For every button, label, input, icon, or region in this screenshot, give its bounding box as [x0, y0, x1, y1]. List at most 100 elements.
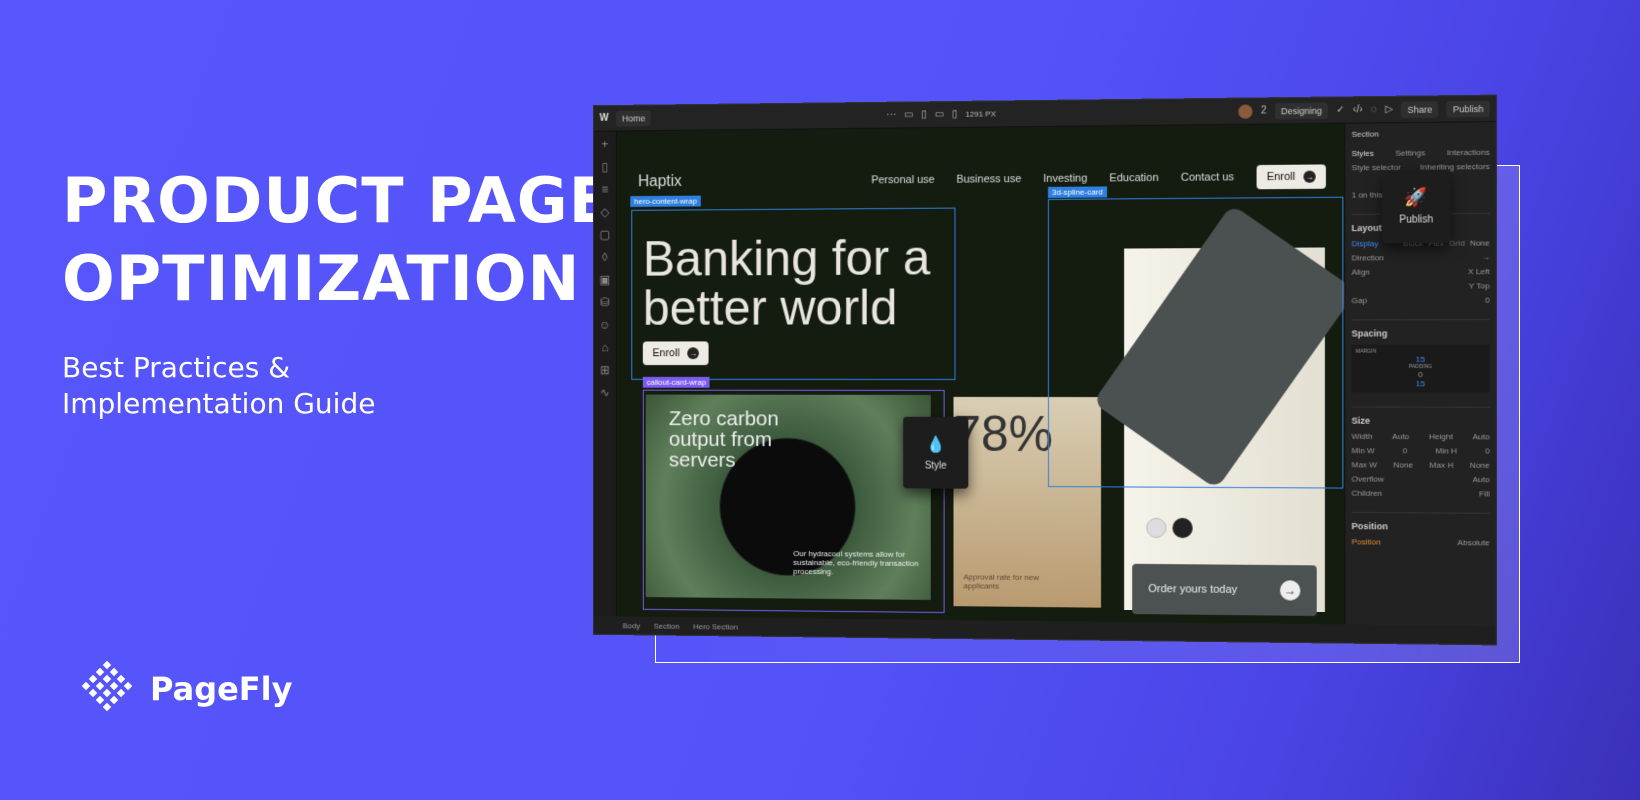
mobile-landscape-icon[interactable]: ▭: [935, 109, 944, 120]
nav-contact[interactable]: Contact us: [1181, 171, 1234, 184]
comment-icon[interactable]: ◌: [1371, 104, 1377, 115]
gap-input[interactable]: 0: [1485, 296, 1490, 305]
nav-enroll-button[interactable]: Enroll →: [1256, 164, 1326, 190]
arrow-right-icon: →: [1303, 170, 1316, 183]
position-heading: Position: [1351, 511, 1490, 533]
order-label: Order yours today: [1148, 583, 1238, 596]
nav-personal[interactable]: Personal use: [871, 174, 934, 186]
check-icon[interactable]: ✓: [1336, 104, 1345, 115]
ecommerce-icon[interactable]: ⌂: [601, 341, 608, 355]
height-input[interactable]: Auto: [1473, 432, 1490, 441]
height-label: Height: [1428, 432, 1453, 442]
design-canvas[interactable]: Haptix Personal use Business use Investi…: [616, 123, 1345, 625]
mode-dropdown[interactable]: Designing: [1274, 102, 1328, 119]
preview-play-icon[interactable]: ▷: [1385, 104, 1393, 115]
tablet-icon[interactable]: ▯: [921, 109, 926, 120]
padding-value[interactable]: 0: [1356, 370, 1486, 379]
selected-element: Section: [1351, 129, 1379, 139]
left-toolbar: + ▯ ≡ ◇ ▢ ◊ ▣ ⛁ ☺ ⌂ ⊞ ∿: [593, 131, 617, 617]
breadcrumb-hero-section[interactable]: Hero Section: [693, 622, 738, 631]
callout-card-wrap-label: callout-card-wrap: [642, 376, 710, 388]
display-grid-option[interactable]: Grid: [1449, 239, 1465, 248]
haptix-logo[interactable]: Haptix: [638, 172, 850, 192]
apps-icon[interactable]: ⊞: [600, 363, 610, 377]
max-w-label: Max W: [1351, 460, 1378, 470]
style-tooltip-label: Style: [924, 460, 947, 472]
margin-bottom[interactable]: 15: [1356, 379, 1486, 388]
components-icon[interactable]: ◇: [600, 205, 609, 219]
style-panel: Section Styles Settings Interactions Style…: [1344, 122, 1496, 627]
tab-interactions[interactable]: Interactions: [1447, 148, 1490, 158]
direction-label: Direction: [1351, 253, 1384, 263]
hero-enroll-button[interactable]: Enroll →: [642, 341, 709, 366]
pagefly-logo-icon: [81, 660, 133, 712]
more-icon[interactable]: ···: [886, 110, 896, 121]
nav-education[interactable]: Education: [1109, 172, 1158, 184]
overflow-auto-option[interactable]: Auto: [1473, 475, 1490, 484]
mobile-icon[interactable]: ▯: [952, 109, 957, 120]
editor-window: W Home ··· ▭ ▯ ▭ ▯ 1291 PX 2 Designing ✓…: [592, 94, 1498, 646]
hero-content-wrap-label: hero-content-wrap: [630, 195, 701, 207]
color-swatch-light[interactable]: [1146, 517, 1167, 538]
nav-investing[interactable]: Investing: [1043, 173, 1087, 185]
breadcrumb-section[interactable]: Section: [654, 621, 680, 630]
droplets-icon: 💧: [925, 436, 946, 454]
y-align-select[interactable]: Top: [1476, 281, 1489, 290]
enroll-label: Enroll: [652, 347, 680, 360]
pages-icon[interactable]: ▯: [602, 160, 608, 174]
position-select[interactable]: Absolute: [1457, 538, 1489, 547]
webflow-logo-icon[interactable]: W: [600, 113, 609, 124]
x-align-select[interactable]: Left: [1476, 267, 1490, 276]
x-label: X: [1468, 267, 1474, 277]
display-none-option[interactable]: None: [1470, 238, 1490, 247]
code-icon[interactable]: ‹/›: [1353, 104, 1363, 115]
pagefly-logo: PageFly: [78, 660, 292, 718]
share-button[interactable]: Share: [1401, 100, 1439, 118]
min-h-label: Min H: [1435, 446, 1457, 456]
cms-icon[interactable]: ⛁: [600, 295, 610, 309]
publish-tooltip-label: Publish: [1399, 214, 1434, 226]
brand-name: PageFly: [150, 670, 293, 708]
min-h-input[interactable]: 0: [1485, 446, 1490, 455]
width-input[interactable]: Auto: [1392, 432, 1409, 441]
canvas-width: 1291 PX: [965, 109, 996, 119]
add-icon[interactable]: +: [601, 137, 608, 151]
spacing-box[interactable]: MARGIN 15 PADDING 0 15: [1351, 344, 1490, 393]
desktop-icon[interactable]: ▭: [904, 109, 913, 120]
children-select[interactable]: Fill: [1479, 489, 1490, 498]
collaborator-count: 2: [1261, 105, 1267, 117]
stat-value: 78%: [953, 405, 1054, 463]
hero-heading: Banking for a better world: [642, 229, 931, 336]
variables-icon[interactable]: ▢: [599, 228, 610, 242]
nav-business[interactable]: Business use: [956, 173, 1021, 186]
page-selector[interactable]: Home: [616, 109, 652, 127]
max-h-input[interactable]: None: [1470, 461, 1490, 470]
direction-arrow-icon[interactable]: →: [1481, 253, 1489, 262]
navigator-icon[interactable]: ≡: [601, 183, 608, 197]
assets-icon[interactable]: ▣: [599, 273, 610, 287]
avatar[interactable]: [1238, 104, 1253, 119]
publish-tooltip[interactable]: 🚀 Publish: [1382, 169, 1451, 244]
enroll-label: Enroll: [1266, 170, 1296, 184]
styles-icon[interactable]: ◊: [602, 250, 608, 264]
color-swatch-dark[interactable]: [1172, 517, 1193, 539]
users-icon[interactable]: ☺: [599, 318, 611, 332]
min-w-input[interactable]: 0: [1403, 446, 1408, 455]
style-tooltip[interactable]: 💧 Style: [903, 416, 969, 489]
margin-top[interactable]: 15: [1356, 355, 1486, 364]
gap-label: Gap: [1351, 295, 1368, 306]
breadcrumb-body[interactable]: Body: [623, 621, 641, 630]
stat-label: Approval rate for new applicants: [963, 572, 1040, 591]
callout-card-wrap-outline: [642, 389, 945, 614]
tab-settings[interactable]: Settings: [1395, 148, 1425, 157]
max-w-input[interactable]: None: [1393, 460, 1413, 469]
publish-button[interactable]: Publish: [1446, 100, 1490, 118]
site-nav: Haptix Personal use Business use Investi…: [638, 164, 1326, 194]
arrow-right-icon: →: [687, 347, 699, 360]
tab-styles[interactable]: Styles: [1352, 149, 1374, 158]
y-label: Y: [1468, 281, 1475, 291]
order-button[interactable]: Order yours today →: [1132, 563, 1317, 616]
children-label: Children: [1351, 488, 1383, 498]
activity-icon[interactable]: ∿: [600, 386, 610, 400]
min-w-label: Min W: [1351, 446, 1375, 456]
